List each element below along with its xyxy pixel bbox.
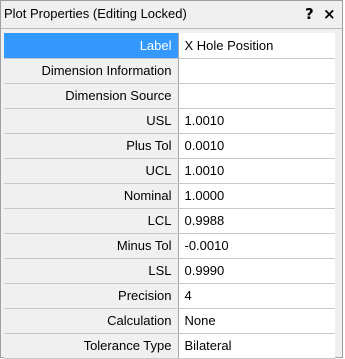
property-row-label[interactable]: Label X Hole Position	[4, 33, 335, 59]
property-value[interactable]: -0.0010	[178, 233, 335, 259]
property-value[interactable]: 1.0010	[178, 108, 335, 134]
property-label[interactable]: USL	[4, 108, 179, 134]
property-grid: Label X Hole Position Dimension Informat…	[4, 33, 335, 359]
property-row-calculation[interactable]: Calculation None	[4, 308, 335, 334]
property-value[interactable]: 0.9990	[178, 258, 335, 284]
property-row-lsl[interactable]: LSL 0.9990	[4, 258, 335, 284]
property-value[interactable]: 1.0000	[178, 183, 335, 209]
property-value[interactable]: 0.0010	[178, 133, 335, 159]
plot-properties-panel: Plot Properties (Editing Locked) ? × Lab…	[0, 0, 343, 359]
property-row-tolerance-type[interactable]: Tolerance Type Bilateral	[4, 333, 335, 359]
property-value[interactable]: 1.0010	[178, 158, 335, 184]
property-value[interactable]: 0.9988	[178, 208, 335, 234]
property-value[interactable]	[178, 58, 335, 84]
property-row-ucl[interactable]: UCL 1.0010	[4, 158, 335, 184]
property-row-nominal[interactable]: Nominal 1.0000	[4, 183, 335, 209]
property-label[interactable]: Dimension Source	[4, 83, 179, 109]
property-label[interactable]: Tolerance Type	[4, 333, 179, 359]
property-row-minus-tol[interactable]: Minus Tol -0.0010	[4, 233, 335, 259]
property-label[interactable]: LCL	[4, 208, 179, 234]
title-bar[interactable]: Plot Properties (Editing Locked) ? ×	[1, 1, 342, 29]
property-row-precision[interactable]: Precision 4	[4, 283, 335, 309]
property-value[interactable]: None	[178, 308, 335, 334]
property-label[interactable]: Dimension Information	[4, 58, 179, 84]
property-label[interactable]: Label	[4, 33, 179, 59]
window-title: Plot Properties (Editing Locked)	[4, 6, 187, 21]
property-label[interactable]: LSL	[4, 258, 179, 284]
property-value[interactable]	[178, 83, 335, 109]
property-label[interactable]: Plus Tol	[4, 133, 179, 159]
property-value[interactable]: 4	[178, 283, 335, 309]
property-row-lcl[interactable]: LCL 0.9988	[4, 208, 335, 234]
property-row-usl[interactable]: USL 1.0010	[4, 108, 335, 134]
property-label[interactable]: Calculation	[4, 308, 179, 334]
property-row-dimension-source[interactable]: Dimension Source	[4, 83, 335, 109]
property-row-dimension-information[interactable]: Dimension Information	[4, 58, 335, 84]
property-value[interactable]: Bilateral	[178, 333, 335, 359]
close-icon[interactable]: ×	[323, 5, 336, 23]
property-row-plus-tol[interactable]: Plus Tol 0.0010	[4, 133, 335, 159]
help-icon[interactable]: ?	[305, 5, 314, 23]
property-label[interactable]: Nominal	[4, 183, 179, 209]
property-label[interactable]: Minus Tol	[4, 233, 179, 259]
property-value[interactable]: X Hole Position	[178, 33, 335, 59]
property-label[interactable]: Precision	[4, 283, 179, 309]
property-label[interactable]: UCL	[4, 158, 179, 184]
